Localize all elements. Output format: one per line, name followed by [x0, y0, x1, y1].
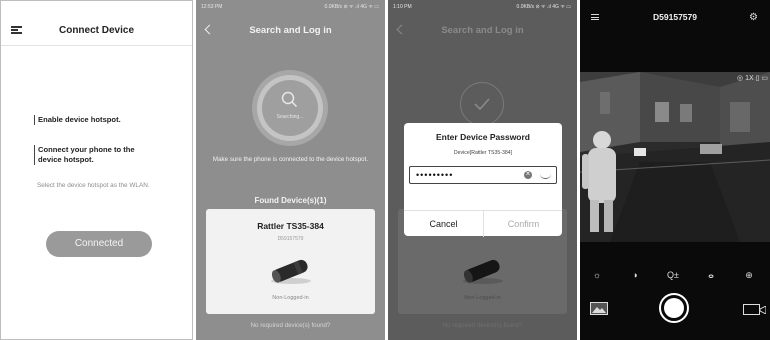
thermal-video-feed[interactable]: ◎ 1X ▯ ▭ — [580, 72, 770, 242]
dialog-device-name: Device[Rattler TS35-384] — [453, 150, 513, 156]
connect-device-screen: Connect Device Enable device hotspot. Co… — [0, 0, 193, 340]
gallery-icon[interactable] — [590, 302, 608, 315]
success-ring — [460, 82, 504, 126]
confirm-button[interactable]: Confirm — [483, 211, 563, 237]
device-card[interactable]: Rattler TS35-384 D59157579 Non-Logged-in — [206, 209, 375, 314]
password-value: ••••••••• — [416, 170, 454, 180]
password-field[interactable]: ••••••••• — [409, 166, 557, 184]
hotspot-note: Make sure the phone is connected to the … — [212, 156, 369, 163]
device-serial: D59157579 — [277, 236, 304, 242]
password-dialog-screen: 1:10 PM 0.0KB/s ⊘ ᯤ .ıl 4G ᯤ ▭ Search an… — [388, 0, 577, 340]
status-bar: 12:53 PM 0.0KB/s ⊘ ᯤ .ıl 4G ᯤ ▭ — [196, 0, 385, 14]
search-login-screen: 12:53 PM 0.0KB/s ⊘ ᯤ .ıl 4G ᯤ ▭ Search a… — [196, 0, 385, 340]
step-2-text: Connect your phone to the device hotspot… — [34, 145, 158, 165]
dialog-title: Enter Device Password — [435, 132, 530, 142]
no-device-link: No required device(s) found? — [442, 322, 523, 329]
connected-button[interactable]: Connected — [46, 231, 152, 257]
step-1-text: Enable device hotspot. — [34, 115, 121, 125]
zoom-icon[interactable]: Q± — [664, 268, 682, 282]
password-dialog: Enter Device Password Device[Rattler TS3… — [404, 123, 562, 237]
gear-icon[interactable]: ⚙ — [749, 12, 758, 23]
device-status: Non-Logged-in — [272, 295, 309, 301]
page-title: Search and Log in — [249, 25, 332, 36]
brightness-icon[interactable]: ☼ — [588, 268, 606, 282]
contrast-icon[interactable]: ◑ — [626, 268, 644, 282]
shutter-icon[interactable] — [659, 293, 689, 323]
hint-text: Select the device hotspot as the WLAN. — [37, 182, 150, 189]
searching-label: Searching... — [276, 114, 304, 120]
page-title: Search and Log in — [441, 25, 524, 36]
cancel-button[interactable]: Cancel — [404, 211, 483, 237]
device-title: D59157579 — [653, 12, 697, 22]
status-time: 1:10 PM — [393, 4, 412, 10]
zoom-overlay: ◎ 1X ▯ ▭ — [737, 75, 768, 82]
app-flow-composite: Connect Device Enable device hotspot. Co… — [0, 0, 770, 340]
checkmark-icon — [474, 98, 490, 111]
monocular-device-icon — [463, 259, 503, 284]
header: D59157579 ⚙ — [580, 0, 770, 30]
status-bar: 1:10 PM 0.0KB/s ⊘ ᯤ .ıl 4G ᯤ ▭ — [388, 0, 577, 14]
no-device-link[interactable]: No required device(s) found? — [196, 322, 385, 329]
nav-bar: Search and Log in — [388, 18, 577, 46]
found-devices-title: Found Device(s)(1) — [254, 196, 327, 205]
header: Connect Device — [1, 1, 192, 46]
dialog-actions: Cancel Confirm — [404, 210, 562, 237]
nav-bar: Search and Log in — [196, 18, 385, 46]
calibrate-icon[interactable]: ⊕ — [740, 268, 758, 282]
status-time: 12:53 PM — [201, 4, 223, 10]
search-icon — [281, 91, 298, 108]
device-name: Rattler TS35-384 — [257, 221, 324, 231]
status-indicators: 0.0KB/s ⊘ ᯤ .ıl 4G ᯤ ▭ — [324, 4, 379, 10]
live-view-screen: D59157579 ⚙ ◎ 1X ▯ ▭ ☼ ◑ Q± ⴰ ⊕ — [580, 0, 770, 340]
thermal-scene-image — [580, 72, 770, 242]
device-status: Non-Logged-in — [464, 295, 501, 301]
monocular-device-icon — [271, 259, 311, 284]
page-title: Connect Device — [58, 25, 135, 36]
hide-password-icon[interactable] — [540, 174, 551, 179]
palette-icon[interactable]: ⴰ — [702, 268, 720, 282]
video-record-icon[interactable] — [743, 304, 766, 315]
status-indicators: 0.0KB/s ⊘ ᯤ .ıl 4G ᯤ ▭ — [516, 4, 571, 10]
clear-icon[interactable] — [524, 169, 532, 179]
capture-bar — [580, 290, 770, 330]
search-ring: Searching... — [252, 70, 328, 146]
control-bar: ☼ ◑ Q± ⴰ ⊕ — [580, 268, 770, 282]
